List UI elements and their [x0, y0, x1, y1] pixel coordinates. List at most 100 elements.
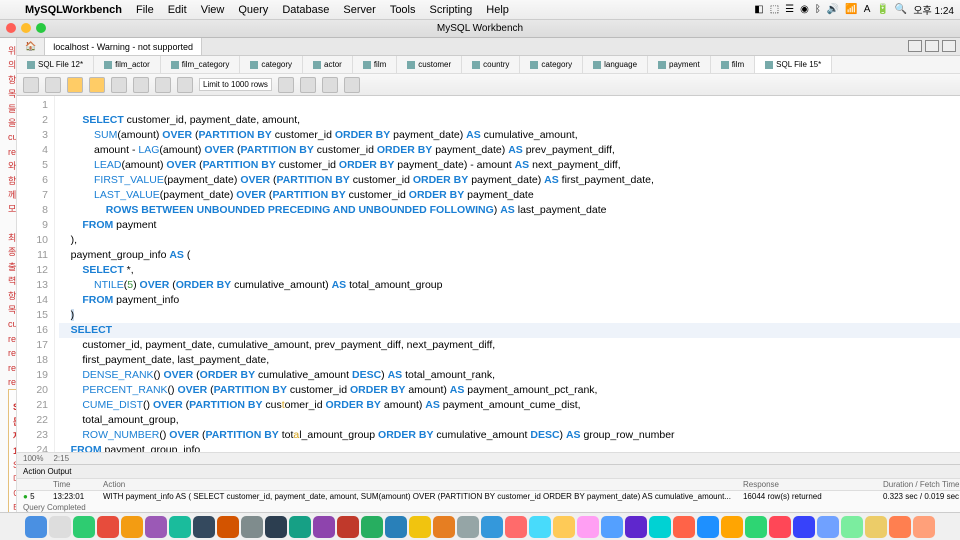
- code-line[interactable]: customer_id, payment_date, cumulative_am…: [59, 338, 960, 353]
- code-line[interactable]: amount - LAG(amount) OVER (PARTITION BY …: [59, 143, 960, 158]
- dock-app-icon[interactable]: [313, 516, 335, 538]
- query-tab[interactable]: customer: [397, 56, 462, 73]
- dock-app-icon[interactable]: [265, 516, 287, 538]
- rollback-icon[interactable]: [177, 77, 193, 93]
- code-line[interactable]: PERCENT_RANK() OVER (PARTITION BY custom…: [59, 383, 960, 398]
- menu-query[interactable]: Query: [231, 4, 275, 16]
- explain-icon[interactable]: [111, 77, 127, 93]
- code-line[interactable]: FROM payment: [59, 218, 960, 233]
- query-tab[interactable]: payment: [648, 56, 711, 73]
- dock-app-icon[interactable]: [169, 516, 191, 538]
- query-tab[interactable]: film_actor: [94, 56, 161, 73]
- find-icon[interactable]: [300, 77, 316, 93]
- dock-app-icon[interactable]: [793, 516, 815, 538]
- dock-app-icon[interactable]: [337, 516, 359, 538]
- dock-app-icon[interactable]: [25, 516, 47, 538]
- dock-app-icon[interactable]: [361, 516, 383, 538]
- home-tab[interactable]: 🏠: [17, 38, 45, 55]
- menu-scripting[interactable]: Scripting: [423, 4, 480, 16]
- dock-app-icon[interactable]: [241, 516, 263, 538]
- code-line[interactable]: ),: [59, 233, 960, 248]
- dock-app-icon[interactable]: [121, 516, 143, 538]
- menu-database[interactable]: Database: [275, 4, 336, 16]
- search-icon[interactable]: 🔍: [895, 4, 907, 15]
- code-line[interactable]: FROM payment_info: [59, 293, 960, 308]
- dock-app-icon[interactable]: [769, 516, 791, 538]
- query-tab[interactable]: category: [240, 56, 303, 73]
- close-button[interactable]: [6, 23, 16, 33]
- query-tab[interactable]: actor: [303, 56, 353, 73]
- zoom-button[interactable]: [36, 23, 46, 33]
- dock-app-icon[interactable]: [841, 516, 863, 538]
- query-tab[interactable]: SQL File 12*: [17, 56, 94, 73]
- query-tab[interactable]: category: [520, 56, 583, 73]
- dock-app-icon[interactable]: [673, 516, 695, 538]
- code-line[interactable]: SELECT: [59, 323, 960, 338]
- dock-app-icon[interactable]: [697, 516, 719, 538]
- execute-icon[interactable]: [67, 77, 83, 93]
- dock-app-icon[interactable]: [289, 516, 311, 538]
- query-tab[interactable]: language: [583, 56, 648, 73]
- panel-toggle-icon[interactable]: [925, 40, 939, 52]
- menu-tools[interactable]: Tools: [383, 4, 423, 16]
- dock-app-icon[interactable]: [745, 516, 767, 538]
- code-line[interactable]: LAST_VALUE(payment_date) OVER (PARTITION…: [59, 188, 960, 203]
- dock-app-icon[interactable]: [145, 516, 167, 538]
- dock-app-icon[interactable]: [433, 516, 455, 538]
- limit-rows-select[interactable]: Limit to 1000 rows: [199, 78, 272, 91]
- connection-tab[interactable]: localhost - Warning - not supported: [45, 38, 202, 55]
- dock-app-icon[interactable]: [553, 516, 575, 538]
- dock-app-icon[interactable]: [889, 516, 911, 538]
- stop-icon[interactable]: [133, 77, 149, 93]
- dock-app-icon[interactable]: [409, 516, 431, 538]
- execute-current-icon[interactable]: [89, 77, 105, 93]
- commit-icon[interactable]: [155, 77, 171, 93]
- dock-app-icon[interactable]: [73, 516, 95, 538]
- code-line[interactable]: ROWS BETWEEN UNBOUNDED PRECEDING AND UNB…: [59, 203, 960, 218]
- code-line[interactable]: ): [59, 308, 960, 323]
- query-tab[interactable]: film: [353, 56, 397, 73]
- dock-app-icon[interactable]: [817, 516, 839, 538]
- invisible-chars-icon[interactable]: [322, 77, 338, 93]
- dock-app-icon[interactable]: [865, 516, 887, 538]
- dock-app-icon[interactable]: [481, 516, 503, 538]
- dock-app-icon[interactable]: [193, 516, 215, 538]
- menu-file[interactable]: File: [129, 4, 161, 16]
- query-tab[interactable]: country: [462, 56, 520, 73]
- code-line[interactable]: [59, 98, 960, 113]
- minimize-button[interactable]: [21, 23, 31, 33]
- code-line[interactable]: NTILE(5) OVER (ORDER BY cumulative_amoun…: [59, 278, 960, 293]
- code-line[interactable]: DENSE_RANK() OVER (ORDER BY cumulative_a…: [59, 368, 960, 383]
- query-tab[interactable]: film_category: [161, 56, 241, 73]
- query-tab[interactable]: film: [711, 56, 755, 73]
- dock-app-icon[interactable]: [97, 516, 119, 538]
- dock-app-icon[interactable]: [649, 516, 671, 538]
- action-output-label[interactable]: Action Output: [23, 467, 71, 476]
- code-line[interactable]: CUME_DIST() OVER (PARTITION BY customer_…: [59, 398, 960, 413]
- dock-app-icon[interactable]: [49, 516, 71, 538]
- code-area[interactable]: SELECT customer_id, payment_date, amount…: [55, 96, 960, 452]
- app-name[interactable]: MySQLWorkbench: [18, 4, 129, 16]
- menu-server[interactable]: Server: [336, 4, 382, 16]
- dock-app-icon[interactable]: [577, 516, 599, 538]
- dock-app-icon[interactable]: [217, 516, 239, 538]
- dock-app-icon[interactable]: [529, 516, 551, 538]
- panel-toggle-icon[interactable]: [942, 40, 956, 52]
- dock-app-icon[interactable]: [625, 516, 647, 538]
- output-row[interactable]: ● 5 13:23:01 WITH payment_info AS ( SELE…: [17, 491, 960, 502]
- save-file-icon[interactable]: [45, 77, 61, 93]
- menu-edit[interactable]: Edit: [161, 4, 194, 16]
- menu-view[interactable]: View: [194, 4, 232, 16]
- dock-app-icon[interactable]: [601, 516, 623, 538]
- open-file-icon[interactable]: [23, 77, 39, 93]
- sql-editor[interactable]: 123456789101112131415161718192021222324 …: [17, 96, 960, 452]
- dock-app-icon[interactable]: [913, 516, 935, 538]
- code-line[interactable]: FROM payment_group_info: [59, 443, 960, 452]
- beautify-icon[interactable]: [278, 77, 294, 93]
- menu-help[interactable]: Help: [479, 4, 516, 16]
- code-line[interactable]: LEAD(amount) OVER (PARTITION BY customer…: [59, 158, 960, 173]
- code-line[interactable]: total_amount_group,: [59, 413, 960, 428]
- code-line[interactable]: SUM(amount) OVER (PARTITION BY customer_…: [59, 128, 960, 143]
- code-line[interactable]: payment_group_info AS (: [59, 248, 960, 263]
- panel-toggle-icon[interactable]: [908, 40, 922, 52]
